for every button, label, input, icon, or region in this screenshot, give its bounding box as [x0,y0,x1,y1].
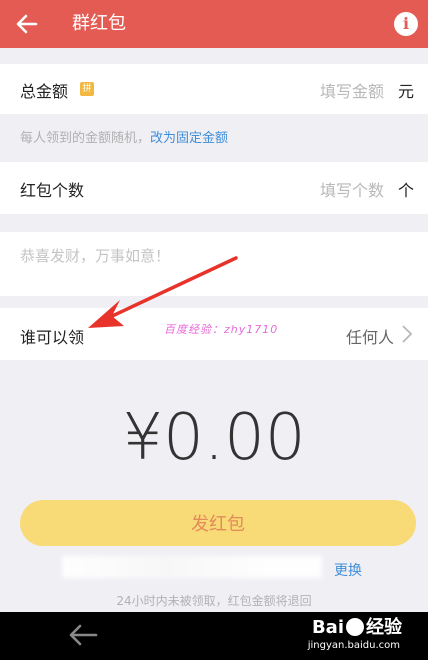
recipient-label: 谁可以领 [20,328,85,347]
baidu-logo-jingyan: 经验 [366,617,402,638]
chevron-right-icon [402,325,413,343]
info-icon[interactable]: i [394,12,418,36]
pin-badge: 拼 [80,82,94,96]
send-red-packet-button[interactable]: 发红包 [20,500,416,546]
baidu-logo-text: Bai [311,617,344,638]
amount-hint: 每人领到的金额随机，改为固定金额 [20,127,228,146]
packet-count-label: 红包个数 [20,181,85,200]
total-amount-row[interactable]: 总金额 拼 填写金额 元 [0,64,428,114]
greeting-input[interactable]: 恭喜发财，万事如意！ [20,245,170,266]
paw-icon [346,618,364,636]
baidu-logo: Bai 经验 [312,617,402,639]
baidu-url: jingyan.baidu.com [307,640,400,651]
total-amount-unit: 元 [397,82,414,101]
total-amount-input[interactable]: 填写金额 [320,78,384,102]
total-amount-label: 总金额 [20,82,69,101]
arrow-left-icon[interactable] [14,11,40,37]
watermark-text: 百度经验：zhy1710 [164,323,279,336]
nav-back-icon[interactable] [66,622,100,648]
fixed-amount-link[interactable]: 改为固定金额 [150,131,228,146]
system-nav-bar: Bai 经验 jingyan.baidu.com [0,612,428,660]
recipient-value: 任何人 [345,328,394,347]
packet-count-input[interactable]: 填写个数 [320,177,384,201]
packet-count-unit: 个 [397,181,414,200]
amount-hint-text: 每人领到的金额随机， [20,131,151,146]
blurred-text [62,556,322,578]
change-link[interactable]: 更换 [334,560,362,580]
header-bar: 群红包 i [0,0,428,48]
refund-note: 24小时内未被领取，红包金额将退回 [116,594,312,608]
packet-count-row[interactable]: 红包个数 填写个数 个 [0,162,428,214]
amount-display: ¥0.00 [122,401,306,475]
page-title: 群红包 [72,13,126,34]
